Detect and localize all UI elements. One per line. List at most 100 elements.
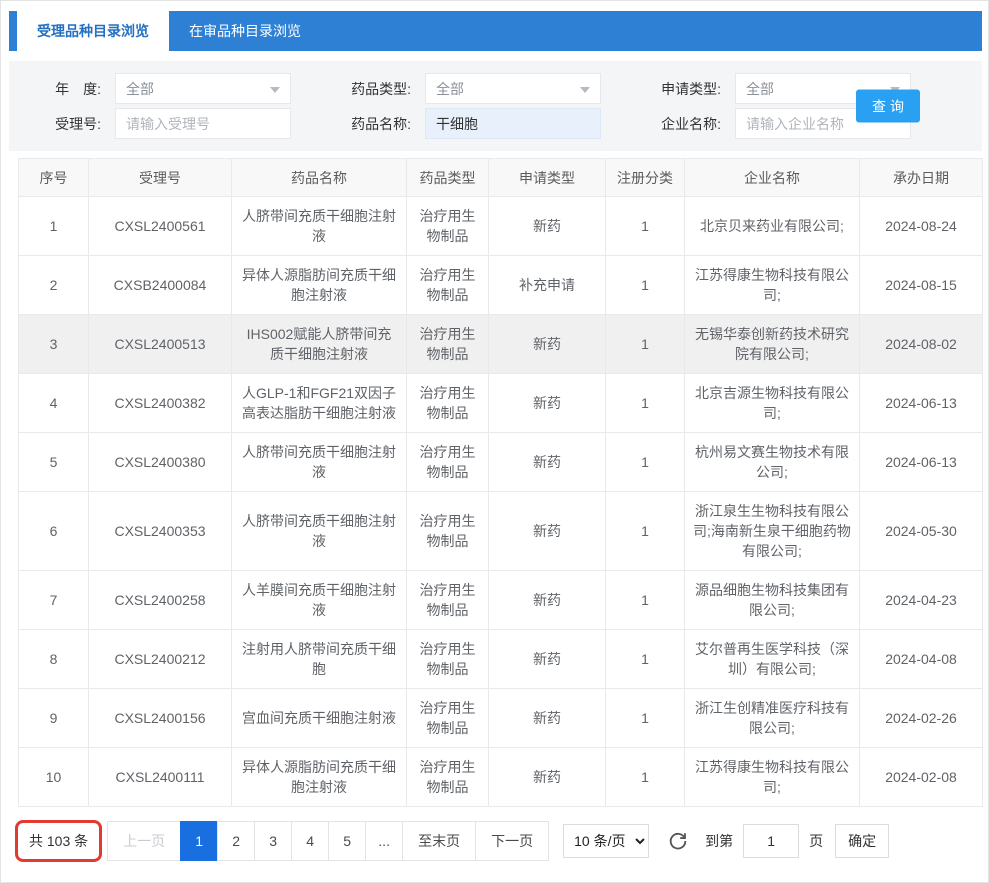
results-table-body: 1CXSL2400561人脐带间充质干细胞注射液治疗用生物制品新药1北京贝来药业… — [19, 197, 983, 807]
table-row[interactable]: 1CXSL2400561人脐带间充质干细胞注射液治疗用生物制品新药1北京贝来药业… — [19, 197, 983, 256]
column-header: 申请类型 — [489, 159, 606, 197]
goto-page-input[interactable] — [743, 824, 799, 858]
table-cell: 1 — [606, 748, 685, 807]
table-cell: IHS002赋能人脐带间充质干细胞注射液 — [232, 315, 407, 374]
last-page-button[interactable]: 至末页 — [402, 821, 476, 861]
table-cell: CXSL2400382 — [89, 374, 232, 433]
table-cell: 1 — [606, 197, 685, 256]
table-cell: CXSL2400513 — [89, 315, 232, 374]
table-cell: 2024-04-08 — [860, 630, 983, 689]
table-cell: 1 — [606, 689, 685, 748]
table-cell: CXSB2400084 — [89, 256, 232, 315]
year-select[interactable]: 全部 — [115, 73, 291, 104]
table-cell: 江苏得康生物科技有限公司; — [685, 748, 860, 807]
table-cell: 新药 — [489, 433, 606, 492]
column-header: 注册分类 — [606, 159, 685, 197]
table-cell: 治疗用生物制品 — [407, 256, 489, 315]
page-button-4[interactable]: 4 — [291, 821, 329, 861]
table-cell: 异体人源脂肪间充质干细胞注射液 — [232, 748, 407, 807]
table-row[interactable]: 10CXSL2400111异体人源脂肪间充质干细胞注射液治疗用生物制品新药1江苏… — [19, 748, 983, 807]
table-cell: CXSL2400212 — [89, 630, 232, 689]
drug-type-select[interactable]: 全部 — [425, 73, 601, 104]
page-size-select[interactable]: 10 条/页 — [563, 824, 649, 858]
table-cell: 2024-04-23 — [860, 571, 983, 630]
page-unit-label: 页 — [809, 831, 823, 851]
total-count-label: 共 103 条 — [29, 831, 88, 851]
application-type-label: 申请类型: — [629, 79, 721, 99]
table-row[interactable]: 7CXSL2400258人羊膜间充质干细胞注射液治疗用生物制品新药1源品细胞生物… — [19, 571, 983, 630]
table-cell: 新药 — [489, 492, 606, 571]
table-cell: 8 — [19, 630, 89, 689]
table-cell: 江苏得康生物科技有限公司; — [685, 256, 860, 315]
drug-name-input[interactable] — [436, 109, 590, 138]
table-cell: 1 — [606, 374, 685, 433]
table-cell: 2024-02-26 — [860, 689, 983, 748]
acceptance-number-field: 受理号: — [9, 108, 291, 139]
column-header: 承办日期 — [860, 159, 983, 197]
table-cell: 1 — [19, 197, 89, 256]
table-cell: 1 — [606, 256, 685, 315]
acceptance-number-input[interactable] — [126, 109, 280, 138]
year-label: 年 度: — [9, 79, 101, 99]
table-cell: 2024-08-02 — [860, 315, 983, 374]
table-cell: CXSL2400353 — [89, 492, 232, 571]
table-cell: 人GLP-1和FGF21双因子高表达脂肪干细胞注射液 — [232, 374, 407, 433]
table-cell: 人脐带间充质干细胞注射液 — [232, 492, 407, 571]
chevron-down-icon — [270, 87, 280, 93]
page-button-5[interactable]: 5 — [328, 821, 366, 861]
table-row[interactable]: 8CXSL2400212注射用人脐带间充质干细胞治疗用生物制品新药1艾尔普再生医… — [19, 630, 983, 689]
confirm-button[interactable]: 确定 — [835, 824, 889, 858]
table-cell: 治疗用生物制品 — [407, 748, 489, 807]
refresh-icon[interactable] — [667, 830, 689, 852]
ellipsis-button[interactable]: ... — [365, 821, 403, 861]
column-header: 受理号 — [89, 159, 232, 197]
table-row[interactable]: 4CXSL2400382人GLP-1和FGF21双因子高表达脂肪干细胞注射液治疗… — [19, 374, 983, 433]
table-cell: 北京吉源生物科技有限公司; — [685, 374, 860, 433]
page-button-1[interactable]: 1 — [180, 821, 218, 861]
page-button-2[interactable]: 2 — [217, 821, 255, 861]
results-table-head-row: 序号受理号药品名称药品类型申请类型注册分类企业名称承办日期 — [19, 159, 983, 197]
tab-accepted-catalog-label: 受理品种目录浏览 — [37, 21, 149, 41]
page-button-3[interactable]: 3 — [254, 821, 292, 861]
table-cell: 5 — [19, 433, 89, 492]
tab-accepted-catalog[interactable]: 受理品种目录浏览 — [17, 11, 169, 51]
table-row[interactable]: 3CXSL2400513IHS002赋能人脐带间充质干细胞注射液治疗用生物制品新… — [19, 315, 983, 374]
next-page-button[interactable]: 下一页 — [475, 821, 549, 861]
table-cell: 治疗用生物制品 — [407, 197, 489, 256]
table-cell: 补充申请 — [489, 256, 606, 315]
prev-page-button[interactable]: 上一页 — [107, 821, 181, 861]
drug-type-field: 药品类型: 全部 — [319, 73, 601, 104]
acceptance-number-input-box — [115, 108, 291, 139]
table-cell: CXSL2400156 — [89, 689, 232, 748]
table-cell: 9 — [19, 689, 89, 748]
column-header: 企业名称 — [685, 159, 860, 197]
table-cell: 源品细胞生物科技集团有限公司; — [685, 571, 860, 630]
application-type-select-value: 全部 — [746, 79, 774, 99]
table-row[interactable]: 6CXSL2400353人脐带间充质干细胞注射液治疗用生物制品新药1浙江泉生生物… — [19, 492, 983, 571]
acceptance-number-label: 受理号: — [9, 114, 101, 134]
tab-under-review-catalog[interactable]: 在审品种目录浏览 — [169, 11, 321, 51]
column-header: 序号 — [19, 159, 89, 197]
table-cell: 2024-06-13 — [860, 374, 983, 433]
page-container: 受理品种目录浏览 在审品种目录浏览 年 度: 全部 药品类型: 全部 — [9, 11, 982, 862]
table-row[interactable]: 2CXSB2400084异体人源脂肪间充质干细胞注射液治疗用生物制品补充申请1江… — [19, 256, 983, 315]
filter-panel: 年 度: 全部 药品类型: 全部 申请类型: 全部 — [9, 61, 982, 151]
drug-name-input-box — [425, 108, 601, 139]
results-table-wrap: 序号受理号药品名称药品类型申请类型注册分类企业名称承办日期 1CXSL24005… — [18, 158, 982, 807]
table-cell: 浙江生创精准医疗科技有限公司; — [685, 689, 860, 748]
table-cell: 10 — [19, 748, 89, 807]
table-cell: 艾尔普再生医学科技（深圳）有限公司; — [685, 630, 860, 689]
table-cell: 新药 — [489, 571, 606, 630]
enterprise-name-label: 企业名称: — [629, 114, 721, 134]
table-row[interactable]: 5CXSL2400380人脐带间充质干细胞注射液治疗用生物制品新药1杭州易文赛生… — [19, 433, 983, 492]
table-cell: 浙江泉生生物科技有限公司;海南新生泉干细胞药物有限公司; — [685, 492, 860, 571]
table-cell: 治疗用生物制品 — [407, 433, 489, 492]
table-cell: 新药 — [489, 374, 606, 433]
search-button[interactable]: 查询 — [856, 90, 920, 123]
table-cell: 1 — [606, 492, 685, 571]
table-cell: CXSL2400258 — [89, 571, 232, 630]
table-row[interactable]: 9CXSL2400156宫血间充质干细胞注射液治疗用生物制品新药1浙江生创精准医… — [19, 689, 983, 748]
table-cell: 2 — [19, 256, 89, 315]
table-cell: 新药 — [489, 197, 606, 256]
table-cell: 2024-02-08 — [860, 748, 983, 807]
